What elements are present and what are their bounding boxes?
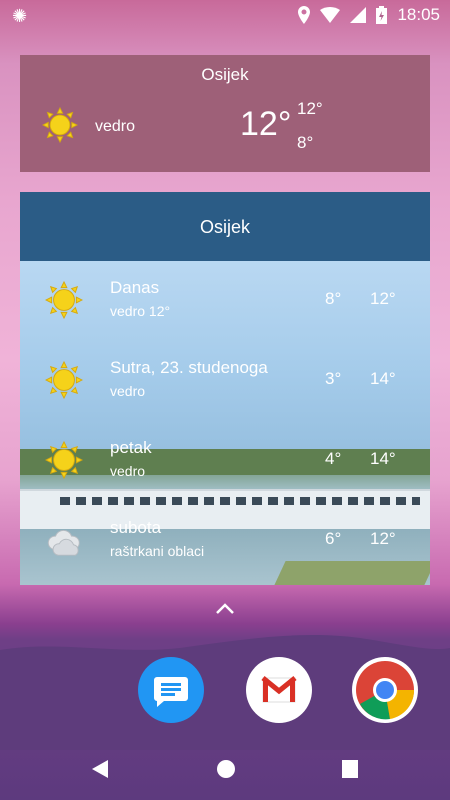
day-name: subota <box>110 518 162 537</box>
battery-charging-icon <box>376 6 388 24</box>
day-name: Danas <box>110 278 160 297</box>
day-condition: vedro 12° <box>110 303 171 319</box>
sun-icon <box>45 281 83 319</box>
back-button[interactable] <box>90 758 110 780</box>
sun-icon <box>45 361 83 399</box>
cloud-icon <box>47 530 80 556</box>
day-name: petak <box>110 438 152 457</box>
chrome-icon[interactable] <box>352 657 418 723</box>
day-condition: vedro <box>110 383 146 399</box>
home-button[interactable] <box>215 758 237 780</box>
recents-button[interactable] <box>340 758 360 780</box>
day-name: Sutra, 23. studenoga <box>110 358 268 377</box>
forecast-city: Osijek <box>199 217 250 237</box>
day-high: 12° <box>370 529 396 548</box>
status-bar: ✺ 18:05 <box>0 0 450 30</box>
current-temperature: 12° <box>240 105 292 143</box>
current-condition: vedro <box>95 118 136 135</box>
day-condition: vedro <box>110 463 146 479</box>
forecast-day-row: Sutra, 23. studenoga vedro 3° 14° <box>20 350 430 410</box>
day-condition: raštrkani oblaci <box>110 543 205 559</box>
forecast-header: Osijek <box>20 192 430 261</box>
current-weather-widget[interactable]: Osijek vedro 12° 12° 8° <box>20 55 430 172</box>
photo-ship-windows <box>60 497 420 505</box>
forecast-day-row: subota raštrkani oblaci 6° 12° <box>20 510 430 570</box>
messages-icon[interactable] <box>138 657 204 723</box>
wifi-icon <box>320 7 341 23</box>
gmail-icon[interactable] <box>246 657 312 723</box>
day-high: 14° <box>370 369 396 388</box>
day-high: 14° <box>370 449 396 468</box>
day-low: 6° <box>325 529 342 548</box>
signal-icon <box>350 7 367 23</box>
current-low: 8° <box>297 133 314 152</box>
day-low: 3° <box>325 369 342 388</box>
widget-city: Osijek <box>201 65 249 84</box>
location-icon <box>298 6 311 24</box>
day-low: 4° <box>325 449 342 468</box>
day-low: 8° <box>325 289 342 308</box>
sun-status-icon: ✺ <box>12 6 28 26</box>
forecast-day-row: Danas vedro 12° 8° 12° <box>20 270 430 330</box>
status-time: 18:05 <box>397 5 440 24</box>
day-high: 12° <box>370 289 396 308</box>
chevron-up-icon[interactable] <box>214 600 236 616</box>
forecast-day-row: petak vedro 4° 14° <box>20 430 430 490</box>
current-high: 12° <box>297 99 323 118</box>
forecast-widget[interactable]: Osijek Danas vedro 12° 8° 12° Sutra, 23.… <box>20 192 430 585</box>
status-icons: 18:05 <box>298 5 440 25</box>
sun-icon <box>45 441 83 479</box>
sun-icon <box>42 107 78 143</box>
